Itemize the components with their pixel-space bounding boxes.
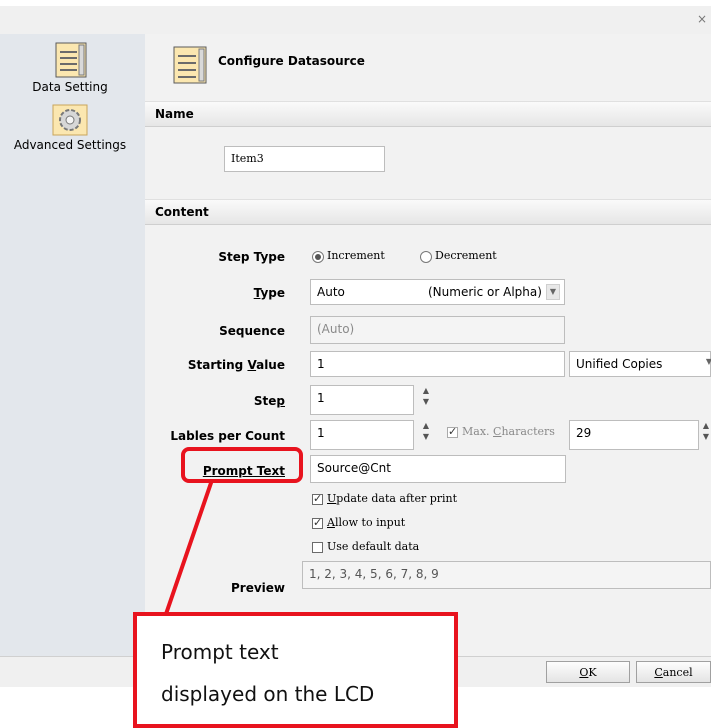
callout-line-1: Prompt text (161, 640, 279, 664)
callout-box: Prompt text displayed on the LCD (133, 612, 458, 728)
callout-line-2: displayed on the LCD (161, 682, 375, 706)
